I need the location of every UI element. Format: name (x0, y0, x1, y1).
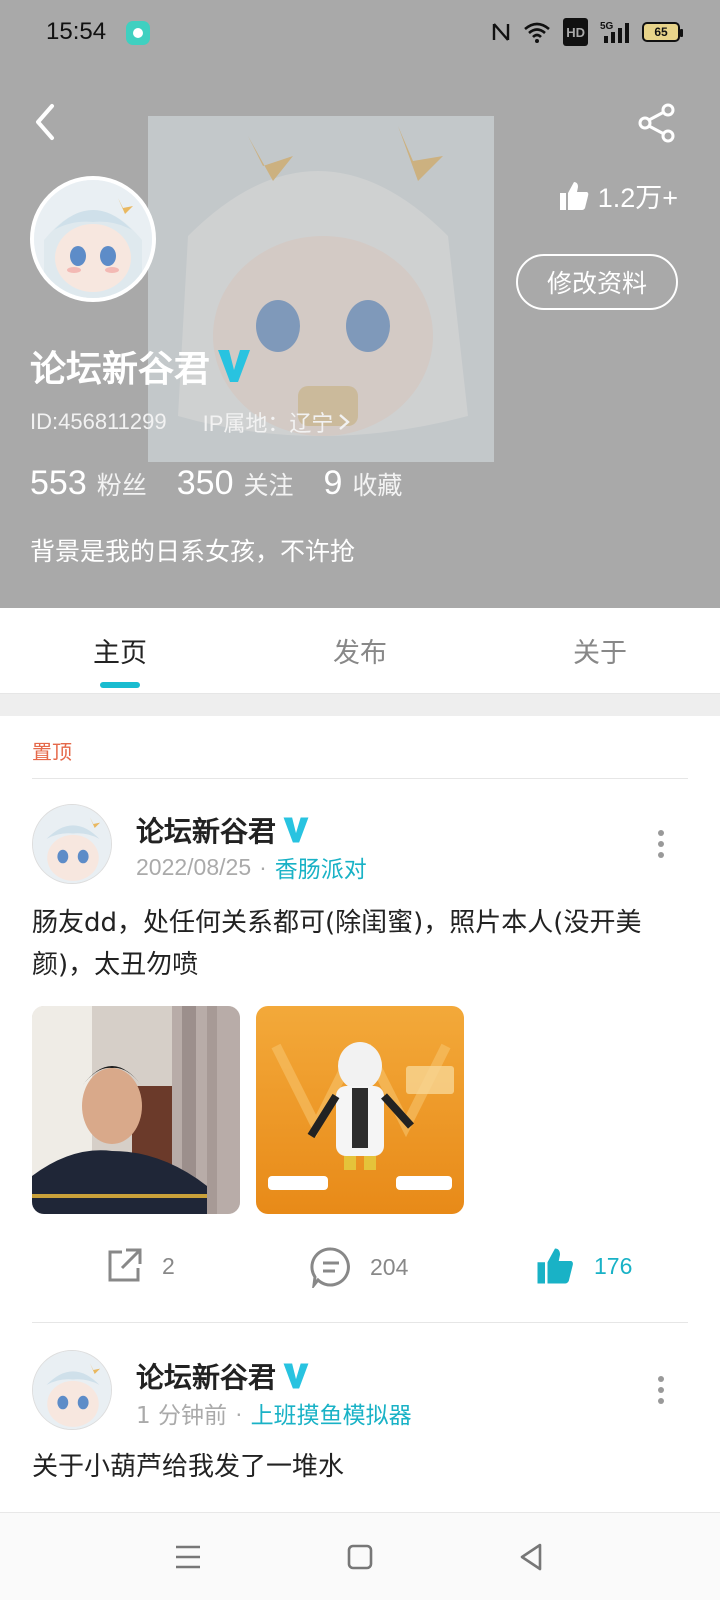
verified-v-icon (283, 817, 309, 843)
home-button[interactable] (340, 1537, 380, 1577)
active-tab-indicator (100, 682, 140, 688)
post-topic-link[interactable]: 上班摸鱼模拟器 (251, 1396, 412, 1430)
more-dot (658, 1387, 664, 1393)
share-action[interactable]: 2 (104, 1246, 175, 1286)
hd-badge: HD (563, 18, 588, 46)
verified-v-icon (283, 1363, 309, 1389)
stat-number: 350 (176, 464, 234, 502)
tab-posts[interactable]: 发布 (240, 608, 480, 693)
stat-favorites[interactable]: 9 收藏 (324, 464, 403, 503)
post-more-button[interactable] (656, 830, 666, 858)
profile-username: 论坛新谷君 (30, 340, 252, 392)
chevron-right-icon (339, 414, 351, 430)
comment-icon (310, 1247, 350, 1288)
post-meta: 2022/08/25 · 香肠派对 (136, 850, 367, 884)
id-line: ID:456811299 IP属地：辽宁 (30, 406, 351, 438)
stat-number: 553 (30, 464, 87, 502)
back-icon (36, 104, 54, 140)
post-author-avatar[interactable] (32, 1350, 112, 1430)
selfie-photo (32, 1006, 240, 1214)
profile-stats: 553 粉丝 350 关注 9 收藏 (30, 464, 432, 503)
like-count: 176 (594, 1252, 633, 1279)
tab-about[interactable]: 关于 (480, 608, 720, 693)
status-time: 15:54 (46, 18, 107, 45)
menu-button[interactable] (168, 1537, 208, 1577)
stat-label: 关注 (243, 471, 294, 500)
stat-following[interactable]: 350 关注 (177, 464, 294, 503)
post-image-selfie[interactable] (32, 1006, 240, 1214)
signal-icon: 5G (600, 18, 630, 46)
comment-action[interactable]: 204 (310, 1246, 408, 1288)
total-likes: 1.2万+ (558, 176, 678, 215)
back-button[interactable] (28, 100, 64, 144)
status-bar: 15:54 HD 5G 65 (0, 0, 720, 66)
battery-indicator: 65 (642, 22, 683, 42)
thumbs-up-icon (559, 181, 589, 210)
more-dot (658, 830, 664, 836)
game-character-screenshot (256, 1006, 464, 1214)
stat-number: 9 (323, 464, 343, 502)
divider (32, 778, 688, 779)
avatar-illustration (34, 180, 152, 298)
post-date: 2022/08/25 (136, 853, 252, 880)
post-text[interactable]: 肠友dd，处任何关系都可(除闺蜜)，照片本人(没开美颜)，太丑勿喷 (32, 902, 692, 986)
ip-location-link[interactable]: IP属地：辽宁 (203, 406, 352, 438)
share-button[interactable] (636, 102, 678, 144)
post-author[interactable]: 论坛新谷君 (136, 1356, 310, 1396)
post-more-button[interactable] (656, 1376, 666, 1404)
total-likes-value: 1.2万+ (597, 183, 678, 213)
system-nav-bar (0, 1512, 720, 1600)
more-dot (658, 852, 664, 858)
meta-separator: · (259, 853, 267, 880)
post-actions: 2 204 176 (0, 1246, 720, 1302)
back-triangle-icon (520, 1543, 542, 1571)
more-dot (658, 1398, 664, 1404)
share-icon (638, 103, 675, 143)
pinned-label: 置顶 (32, 740, 72, 764)
nfc-icon (491, 18, 511, 46)
stat-label: 粉丝 (96, 471, 147, 500)
stat-label: 收藏 (352, 471, 403, 500)
like-action[interactable]: 176 (534, 1246, 632, 1286)
tab-home[interactable]: 主页 (0, 608, 240, 693)
wifi-icon (523, 18, 551, 46)
post-author-name: 论坛新谷君 (136, 815, 277, 848)
divider (32, 1322, 688, 1323)
verified-v-icon (218, 350, 251, 382)
more-dot (658, 1376, 664, 1382)
post-author-name: 论坛新谷君 (136, 1361, 277, 1394)
avatar-illustration (33, 1351, 111, 1429)
username-text: 论坛新谷君 (30, 349, 211, 390)
more-dot (658, 841, 664, 847)
user-id: ID:456811299 (30, 409, 167, 434)
svg-text:5G: 5G (600, 21, 614, 32)
notification-app-icon (126, 21, 150, 45)
post-date: 1 分钟前 (136, 1403, 227, 1429)
back-nav-button[interactable] (512, 1537, 552, 1577)
home-square-icon (347, 1544, 373, 1570)
avatar-illustration (33, 805, 111, 883)
post-meta: 1 分钟前 · 上班摸鱼模拟器 (136, 1396, 412, 1430)
share-count: 2 (162, 1252, 175, 1279)
post-author-avatar[interactable] (32, 804, 112, 884)
post-topic-link[interactable]: 香肠派对 (275, 850, 367, 884)
profile-avatar[interactable] (30, 176, 156, 302)
menu-icon (176, 1545, 200, 1569)
ip-location-text: IP属地：辽宁 (202, 411, 334, 436)
section-divider (0, 694, 720, 716)
profile-bio: 背景是我的日系女孩，不许抢 (30, 537, 356, 566)
share-out-icon (108, 1248, 142, 1282)
stat-fans[interactable]: 553 粉丝 (30, 464, 147, 503)
post-text[interactable]: 关于小葫芦给我发了一堆水 (32, 1446, 692, 1488)
profile-header: 15:54 HD 5G 65 1.2万+ 修改资料 论坛新谷君 ID:45681… (0, 0, 720, 608)
meta-separator: · (234, 1399, 243, 1426)
comment-count: 204 (370, 1253, 409, 1280)
post-author[interactable]: 论坛新谷君 (136, 810, 310, 850)
post-image-game[interactable] (256, 1006, 464, 1214)
edit-profile-button[interactable]: 修改资料 (516, 254, 678, 310)
thumbs-up-icon (537, 1248, 573, 1284)
